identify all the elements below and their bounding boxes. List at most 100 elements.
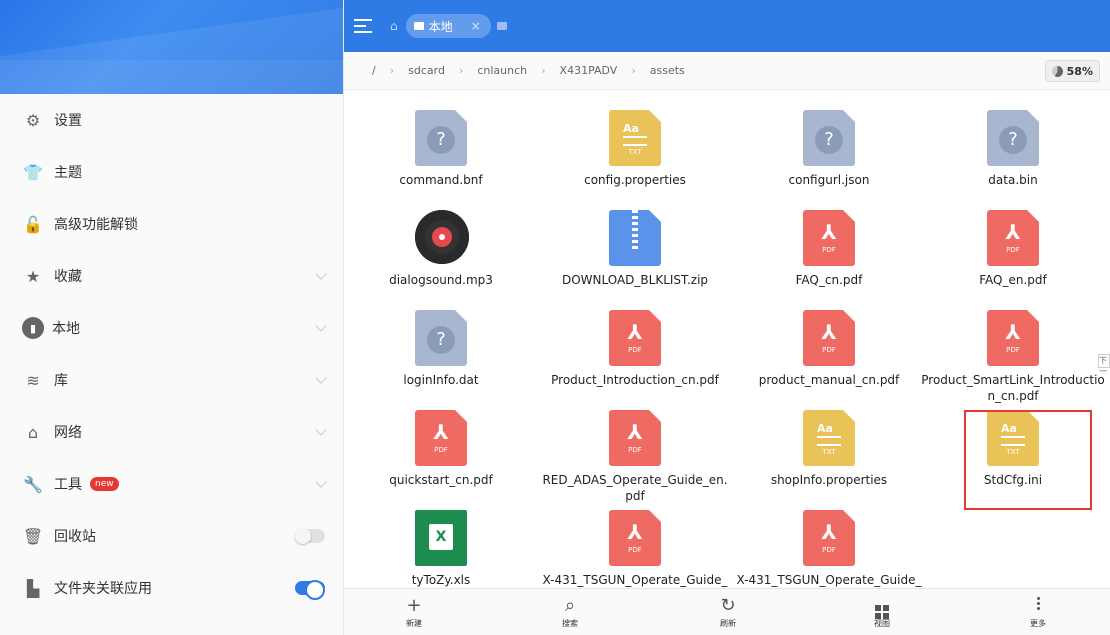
more-label: 更多 [1030, 619, 1046, 628]
breadcrumb-x431padv[interactable]: X431PADV [560, 64, 618, 77]
folder-app-icon: ▙ [26, 578, 40, 598]
sidebar-item-library[interactable]: ≋ 库 [0, 354, 343, 406]
file-item[interactable]: ? data.bin [916, 110, 1110, 188]
file-item[interactable]: ⅄ PDF quickstart_cn.pdf [344, 410, 538, 488]
refresh-icon: ↻ [720, 595, 736, 616]
refresh-button[interactable]: ↻ 刷新 [698, 595, 758, 629]
file-item[interactable]: ⅄ PDF Product_Introduction_cn.pdf [538, 310, 732, 388]
text-file-icon: Aa TXT [803, 410, 855, 466]
menu-icon[interactable] [354, 19, 372, 33]
file-manager-app: ⚙ 设置 👕 主题 🔓 高级功能解锁 ★ 收藏 ▮ 本地 ≋ 库 ⌂ 网络 🔧 … [0, 0, 1110, 635]
new-button[interactable]: + 新建 [384, 595, 444, 629]
side-tab-next[interactable]: 下一 [1098, 354, 1110, 376]
pie-chart-icon [1051, 65, 1063, 77]
sidebar-item-favorites[interactable]: ★ 收藏 [0, 250, 343, 302]
unknown-file-icon: ? [987, 110, 1039, 166]
sidebar-item-label: 回收站 [54, 529, 96, 545]
file-item[interactable]: ⅄ PDF RED_ADAS_Operate_Guide_en.pdf [538, 410, 732, 504]
tab-local[interactable]: 本地 × [405, 14, 491, 38]
file-item[interactable]: Aa TXT shopInfo.properties [732, 410, 926, 488]
chevron-down-icon[interactable] [315, 268, 327, 280]
top-toolbar: ⌂ 本地 × [344, 0, 1110, 52]
view-button[interactable]: 视图 [852, 595, 912, 629]
file-item[interactable]: ⅄PDF X-431_TSGUN_Operate_Guide_en.pdf [732, 510, 926, 588]
sidebar-item-folder-apps[interactable]: ▙ 文件夹关联应用 [0, 562, 343, 614]
sidebar-item-label: 本地 [52, 321, 80, 337]
file-grid: ? command.bnf Aa TXT config.properties ? … [344, 90, 1110, 588]
file-name: FAQ_en.pdf [979, 273, 1047, 287]
breadcrumb-cnlaunch[interactable]: cnlaunch [477, 64, 527, 77]
file-name: DOWNLOAD_BLKLIST.zip [561, 273, 709, 287]
sidebar-item-theme[interactable]: 👕 主题 [0, 146, 343, 198]
sidebar-item-label: 网络 [54, 425, 82, 441]
unknown-file-icon: ? [415, 310, 467, 366]
chevron-down-icon[interactable] [315, 476, 327, 488]
breadcrumb: / › sdcard › cnlaunch › X431PADV › asset… [344, 52, 1110, 90]
file-name: tyToZy.xls [411, 573, 471, 587]
file-name: product_manual_cn.pdf [758, 373, 900, 387]
file-name: FAQ_cn.pdf [795, 273, 863, 287]
star-icon: ★ [25, 266, 41, 286]
breadcrumb-sdcard[interactable]: sdcard [408, 64, 445, 77]
file-item[interactable]: ⅄ PDF product_manual_cn.pdf [732, 310, 926, 388]
layers-icon: ≋ [26, 370, 40, 390]
file-item[interactable]: ⅄ PDF Product_SmartLink_Introduction_cn.p… [916, 310, 1110, 404]
file-name: data.bin [988, 173, 1038, 187]
file-item[interactable]: ⅄ PDF FAQ_cn.pdf [732, 210, 926, 288]
file-item[interactable]: dialogsound.mp3 [344, 210, 538, 288]
shirt-icon: 👕 [23, 162, 43, 182]
sidebar: ⚙ 设置 👕 主题 🔓 高级功能解锁 ★ 收藏 ▮ 本地 ≋ 库 ⌂ 网络 🔧 … [0, 0, 344, 635]
chevron-down-icon[interactable] [315, 372, 327, 384]
breadcrumb-assets[interactable]: assets [650, 64, 685, 77]
trash-icon: 🗑 [22, 526, 44, 546]
breadcrumb-root[interactable]: / [372, 64, 376, 77]
sidebar-item-label: 高级功能解锁 [54, 217, 138, 233]
pdf-file-icon: ⅄ PDF [609, 410, 661, 466]
sidebar-item-local[interactable]: ▮ 本地 [0, 302, 343, 354]
file-name: config.properties [584, 173, 686, 187]
sidebar-item-network[interactable]: ⌂ 网络 [0, 406, 343, 458]
file-item[interactable]: ⅄PDF X-431_TSGUN_Operate_Guide_cn.pdf [538, 510, 732, 588]
file-name: loginInfo.dat [403, 373, 479, 387]
chevron-right-icon: › [458, 64, 464, 77]
file-name: shopInfo.properties [770, 473, 888, 487]
chevron-down-icon[interactable] [315, 424, 327, 436]
selection-highlight [964, 410, 1092, 510]
phone-icon: ▮ [22, 317, 44, 339]
file-item[interactable]: ? configurl.json [732, 110, 926, 188]
file-item[interactable]: DOWNLOAD_BLKLIST.zip [538, 210, 732, 288]
sidebar-item-label: 工具 [54, 477, 82, 493]
folder-apps-toggle[interactable] [295, 580, 325, 600]
file-name: command.bnf [399, 173, 483, 187]
grid-view-icon [852, 595, 912, 619]
recycle-bin-toggle[interactable] [295, 528, 325, 544]
new-badge: new [90, 477, 119, 491]
new-label: 新建 [406, 619, 422, 628]
file-item[interactable]: ⅄ PDF FAQ_en.pdf [916, 210, 1110, 288]
home-icon[interactable]: ⌂ [390, 19, 398, 33]
gear-icon: ⚙ [25, 110, 41, 130]
sidebar-item-settings[interactable]: ⚙ 设置 [0, 94, 343, 146]
search-button[interactable]: ⌕ 搜索 [540, 595, 600, 629]
tab-drive-icon [413, 22, 424, 30]
view-label: 视图 [874, 619, 890, 628]
sidebar-item-unlock[interactable]: 🔓 高级功能解锁 [0, 198, 343, 250]
pdf-file-icon: ⅄ PDF [415, 410, 467, 466]
pdf-file-icon: ⅄ PDF [803, 310, 855, 366]
close-icon[interactable]: × [471, 19, 481, 33]
file-name: Product_SmartLink_Introduction_cn.pdf [921, 373, 1105, 403]
sidebar-item-recycle-bin[interactable]: 🗑 回收站 [0, 510, 343, 562]
file-item[interactable]: ? loginInfo.dat [344, 310, 538, 388]
file-item[interactable]: X tyToZy.xls [344, 510, 538, 588]
file-item[interactable]: Aa TXT config.properties [538, 110, 732, 188]
file-item[interactable]: ? command.bnf [344, 110, 538, 188]
chevron-down-icon[interactable] [315, 320, 327, 332]
chevron-right-icon: › [631, 64, 636, 77]
more-button[interactable]: 更多 [1008, 595, 1068, 629]
pdf-file-icon: ⅄ PDF [803, 210, 855, 266]
sidebar-item-tools[interactable]: 🔧 工具 new [0, 458, 343, 510]
storage-usage-button[interactable]: 58% [1044, 60, 1100, 82]
new-tab-icon[interactable] [496, 22, 507, 30]
unknown-file-icon: ? [803, 110, 855, 166]
file-name: Product_Introduction_cn.pdf [551, 373, 719, 387]
